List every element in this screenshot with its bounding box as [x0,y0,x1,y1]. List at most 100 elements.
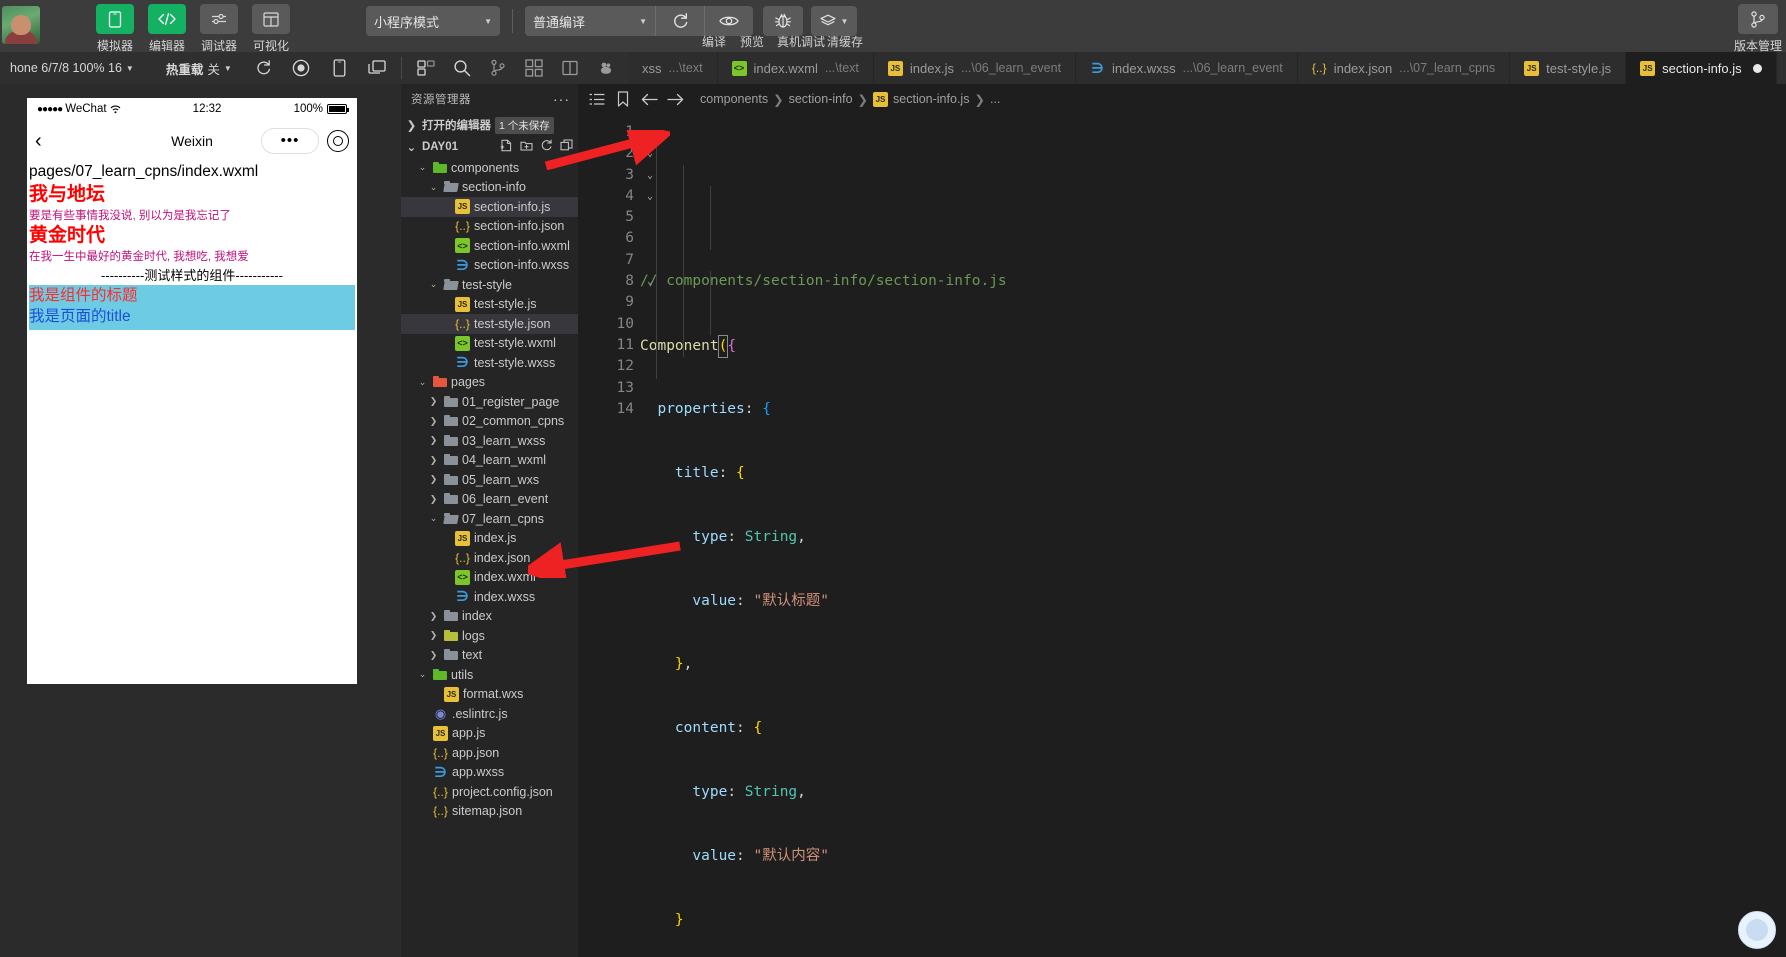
tree-file[interactable]: JS test-style.js [401,295,578,315]
chevron-right-icon: ❯ [429,415,438,426]
record-button[interactable] [291,58,311,78]
folder-icon [444,414,458,428]
tab-index-wxml-text[interactable]: <> index.wxml ...\text [717,52,874,84]
toolbar-button-simulator[interactable]: 模拟器 [92,0,138,54]
code-surface[interactable]: 1 2 ⌄ 3 ⌄ 4 ⌄ 5 6 7 8 ⌄ 9 10 11 12 13 14 // components/se… [578,114,1786,957]
tree-file[interactable]: {..} section-info.json [401,217,578,237]
device-select[interactable]: hone 6/7/8 100% 16 ▼ [0,61,144,75]
breadcrumb-item-section-info[interactable]: section-info [785,92,857,106]
refresh-explorer-icon[interactable] [540,139,553,155]
separate-window-button[interactable] [367,58,387,78]
bookmark-icon[interactable] [610,91,636,107]
tree-file[interactable]: {..} sitemap.json [401,802,578,822]
explorer-header: 资源管理器 ··· [401,84,578,114]
tree-folder[interactable]: ❯ 01_register_page [401,392,578,412]
tree-folder[interactable]: ❯ index [401,607,578,627]
tree-file[interactable]: JS format.wxs [401,685,578,705]
new-folder-icon[interactable] [520,139,533,155]
tree-folder[interactable]: ❯ 02_common_cpns [401,412,578,432]
eslint-icon: ◉ [434,705,447,721]
tree-file[interactable]: ∋ app.wxss [401,763,578,783]
search-icon[interactable] [452,58,472,78]
toolbar-button-editor[interactable]: 编辑器 [144,0,190,54]
device-toggle-button[interactable] [329,58,349,78]
open-editors-section[interactable]: ❯ 打开的编辑器 1 个未保存 [401,114,578,136]
compile-select[interactable]: 普通编译 ▼ [525,6,655,36]
explorer-icon[interactable] [416,58,436,78]
json-icon: {..} [455,219,470,234]
new-file-icon[interactable] [500,139,513,155]
breadcrumb-item-section-info-js[interactable]: JS section-info.js [869,91,973,107]
phone-preview[interactable]: ●●●●● WeChat 12:32 100% ‹ Weixin ••• pag… [27,98,357,684]
tree-file[interactable]: <> section-info.wxml [401,236,578,256]
tree-file[interactable]: ∋ test-style.wxss [401,353,578,373]
toolbar-button-debugger[interactable]: 调试器 [196,0,242,54]
tree-folder[interactable]: ⌄ components [401,158,578,178]
tree-file[interactable]: <> test-style.wxml [401,334,578,354]
tree-file[interactable]: ∋ section-info.wxss [401,256,578,276]
outline-icon[interactable] [584,93,610,106]
forward-icon[interactable] [662,93,688,106]
toolbar-button-visualizer[interactable]: 可视化 [248,0,294,54]
code-content[interactable]: // components/section-info/section-info.… [640,114,1786,957]
tab-index-wxss-06-learn-event[interactable]: ∋ index.wxss ...\06_learn_event [1076,52,1298,84]
clear-cache-button[interactable]: ▼ [811,6,857,36]
debug-console-icon[interactable] [596,58,616,78]
tree-file[interactable]: JS index.js [401,529,578,549]
tab-index-json-07-learn-cpns[interactable]: {..} index.json ...\07_learn_cpns [1297,52,1511,84]
tree-file[interactable]: {..} app.json [401,743,578,763]
line-number: 3 ⌄ [578,165,653,186]
chevron-down-icon: ▼ [639,16,647,26]
tree-file[interactable]: {..} test-style.json [401,314,578,334]
unsaved-count-badge: 1 个未保存 [495,116,554,134]
tree-folder[interactable]: ❯ logs [401,626,578,646]
breadcrumb-item-symbol[interactable]: ... [986,92,1004,106]
tree-folder[interactable]: ⌄ test-style [401,275,578,295]
tab-wxss-text[interactable]: xss ...\text [628,52,718,84]
version-control-button[interactable]: 版本管理 [1734,0,1782,54]
hot-reload-select[interactable]: 热重载 关 ▼ [156,59,242,78]
menu-button[interactable]: ••• [261,128,319,154]
tree-folder[interactable]: ❯ 03_learn_wxss [401,431,578,451]
tree-folder[interactable]: ❯ 04_learn_wxml [401,451,578,471]
close-target-icon[interactable] [327,130,349,152]
collapse-all-icon[interactable] [560,139,573,155]
folder-icon [444,473,458,487]
refresh-button[interactable] [253,58,273,78]
tree-folder[interactable]: ❯ 05_learn_wxs [401,470,578,490]
real-device-debug-button[interactable] [763,6,803,36]
tab-test-style-js[interactable]: JS test-style.js [1510,52,1627,84]
more-actions-icon[interactable]: ··· [553,92,570,106]
tree-file[interactable]: JS app.js [401,724,578,744]
breadcrumb-item-components[interactable]: components [696,92,772,106]
compile-button[interactable] [656,6,704,36]
tab-section-info-js[interactable]: JS section-info.js [1626,52,1777,84]
tree-file[interactable]: ◉ .eslintrc.js [401,704,578,724]
extensions-icon[interactable] [524,58,544,78]
help-fab-button[interactable] [1738,911,1776,949]
tree-item-label: .eslintrc.js [452,706,508,721]
tree-item-label: 06_learn_event [462,492,549,507]
tree-folder[interactable]: ❯ 06_learn_event [401,490,578,510]
avatar[interactable] [2,6,40,44]
source-control-icon[interactable] [488,58,508,78]
tree-file[interactable]: {..} index.json [401,548,578,568]
tree-folder[interactable]: ⌄ 07_learn_cpns [401,509,578,529]
mode-select[interactable]: 小程序模式 ▼ [366,6,500,36]
tree-file[interactable]: <> index.wxml [401,568,578,588]
tree-file[interactable]: JS section-info.js [401,197,578,217]
tree-folder[interactable]: ⌄ pages [401,373,578,393]
tree-folder[interactable]: ❯ text [401,646,578,666]
tree-folder[interactable]: ⌄ utils [401,665,578,685]
tree-folder[interactable]: ⌄ section-info [401,178,578,198]
unsaved-indicator-icon[interactable] [1752,63,1762,73]
preview-button[interactable] [705,6,753,36]
project-root-row[interactable]: ⌄ DAY01 [401,136,578,158]
split-editor-icon[interactable] [560,58,580,78]
back-icon[interactable] [636,93,662,106]
tree-item-label: 04_learn_wxml [462,453,547,468]
refresh-icon [673,12,687,28]
tree-file[interactable]: {..} project.config.json [401,782,578,802]
tree-file[interactable]: ∋ index.wxss [401,587,578,607]
tab-index-js-06-learn-event[interactable]: JS index.js ...\06_learn_event [873,52,1077,84]
